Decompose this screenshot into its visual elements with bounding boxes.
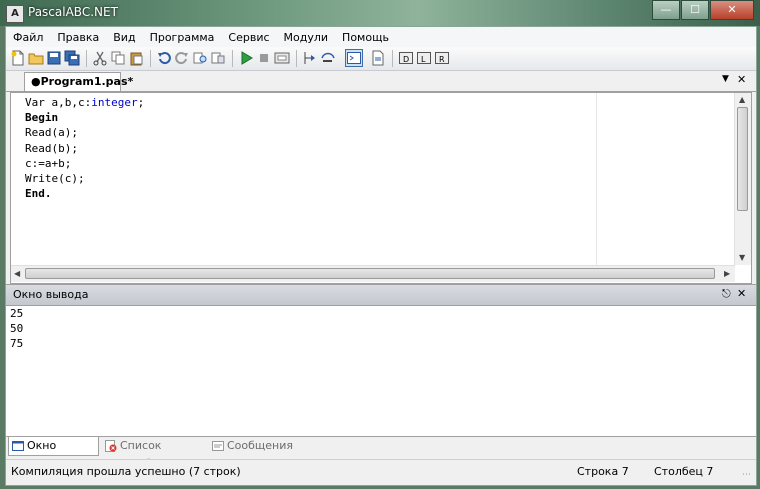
code-line-1: Var a,b,c:integer; — [25, 95, 144, 110]
redo-icon[interactable] — [174, 50, 190, 66]
scroll-right-icon[interactable]: ▶ — [724, 269, 730, 278]
svg-text:L: L — [421, 55, 426, 64]
status-column-label: Столбец — [654, 465, 703, 478]
document-icon[interactable] — [370, 50, 386, 66]
menu-file[interactable]: Файл — [6, 31, 50, 44]
menu-program[interactable]: Программа — [143, 31, 222, 44]
code-line-4: Read(b); — [25, 141, 78, 155]
compiler-messages-icon — [212, 441, 224, 451]
toolbar-separator — [232, 50, 233, 67]
minimize-button[interactable]: — — [652, 0, 680, 20]
editor-horizontal-scrollbar[interactable]: ◀ ▶ — [11, 265, 735, 282]
menu-modules[interactable]: Модули — [277, 31, 336, 44]
resize-grip-icon[interactable]: ⋯ — [742, 470, 751, 480]
undo-icon[interactable] — [156, 50, 172, 66]
tab-compiler-messages[interactable]: Сообщения компилятора — [209, 437, 363, 470]
type-keyword: integer — [91, 96, 138, 109]
status-message: Компиляция прошла успешно (7 строк) — [11, 465, 241, 478]
toolbar-separator — [150, 50, 151, 67]
pascal-icon: A — [6, 5, 24, 23]
toolbar-separator — [392, 50, 393, 67]
close-window-button[interactable]: ✕ — [710, 0, 754, 20]
code-editor[interactable]: Var a,b,c:integer; Begin Read(a); Read(b); c… — [10, 92, 752, 284]
output-line: 50 — [10, 322, 24, 335]
output-panel-title: Окно вывода — [13, 288, 89, 301]
save-icon[interactable] — [46, 50, 62, 66]
close-tab-icon[interactable]: ✕ — [737, 73, 746, 86]
console-icon[interactable] — [345, 49, 363, 67]
save-all-icon[interactable] — [64, 50, 80, 66]
menu-bar: Файл Правка Вид Программа Сервис Модули … — [6, 27, 756, 47]
output-line: 25 — [10, 307, 24, 320]
status-row: Строка 7 — [577, 465, 629, 478]
output-window-icon — [12, 441, 24, 451]
code-line-5: c:=a+b; — [25, 156, 72, 170]
title-bar: A PascalABC.NET — ☐ ✕ — [0, 0, 760, 26]
menu-help[interactable]: Помощь — [335, 31, 396, 44]
vertical-scroll-thumb[interactable] — [737, 107, 748, 211]
status-bar: Компиляция прошла успешно (7 строк) Стро… — [6, 459, 756, 484]
run-icon[interactable] — [238, 50, 254, 66]
replace-icon[interactable] — [210, 50, 226, 66]
toolbar-separator — [296, 50, 297, 67]
horizontal-scroll-thumb[interactable] — [25, 268, 715, 279]
window-controls: — ☐ ✕ — [651, 0, 754, 20]
pin-icon[interactable]: ⎋ — [722, 287, 731, 301]
status-column-value: 7 — [706, 465, 714, 478]
copy-icon[interactable] — [110, 50, 126, 66]
menu-service[interactable]: Сервис — [221, 31, 276, 44]
error-list-icon — [105, 440, 117, 452]
open-folder-icon[interactable] — [28, 50, 44, 66]
bottom-tabs: Окно вывода Список ошибок Сообщения комп… — [6, 436, 756, 470]
tab-error-list[interactable]: Список ошибок — [102, 437, 206, 470]
code-text-segment: Var a,b,c: — [25, 96, 92, 109]
status-column: Столбец 7 — [654, 465, 713, 478]
scroll-up-icon[interactable]: ▲ — [739, 95, 745, 104]
new-file-icon[interactable] — [10, 50, 26, 66]
toolbar: D L R — [6, 47, 756, 71]
output-area[interactable]: 25 50 75 — [6, 305, 756, 436]
cut-icon[interactable] — [92, 50, 108, 66]
main-window: Файл Правка Вид Программа Сервис Модули … — [5, 26, 757, 486]
output-panel-header: Окно вывода ⎋ ✕ — [6, 284, 756, 305]
tab-list-icon[interactable]: ▼ — [722, 74, 729, 84]
paste-icon[interactable] — [128, 50, 144, 66]
format-l-icon[interactable]: L — [416, 50, 432, 66]
close-panel-icon[interactable]: ✕ — [737, 287, 746, 300]
window-title: PascalABC.NET — [28, 5, 118, 19]
tab-output-window[interactable]: Окно вывода — [8, 437, 99, 470]
output-line: 75 — [10, 337, 24, 350]
svg-text:R: R — [439, 55, 445, 64]
tab-program1[interactable]: ●Program1.pas* — [24, 72, 133, 91]
code-text-segment: ; — [137, 96, 145, 109]
status-row-value: 7 — [621, 465, 629, 478]
code-line-7: End. — [25, 187, 52, 201]
maximize-button[interactable]: ☐ — [681, 0, 709, 20]
compile-icon[interactable] — [274, 50, 290, 66]
menu-view[interactable]: Вид — [106, 31, 142, 44]
menu-edit[interactable]: Правка — [50, 31, 106, 44]
svg-text:D: D — [403, 55, 409, 64]
find-icon[interactable] — [192, 50, 208, 66]
code-text[interactable]: Var a,b,c:integer; Begin Read(a); Read(b); c… — [25, 95, 144, 201]
status-row-label: Строка — [577, 465, 619, 478]
step-over-icon[interactable] — [320, 50, 336, 66]
right-margin-line — [596, 93, 597, 265]
code-line-6: Write(c); — [25, 172, 85, 186]
code-line-3: Read(a); — [25, 126, 78, 140]
format-r-icon[interactable]: R — [434, 50, 450, 66]
step-into-icon[interactable] — [302, 50, 318, 66]
stop-icon[interactable] — [256, 50, 272, 66]
format-d-icon[interactable]: D — [398, 50, 414, 66]
toolbar-separator — [86, 50, 87, 67]
editor-vertical-scrollbar[interactable]: ▲ ▼ — [734, 93, 751, 265]
editor-tabstrip: ●Program1.pas* ▼ ✕ — [6, 71, 756, 92]
code-line-2: Begin — [25, 111, 59, 125]
scroll-left-icon[interactable]: ◀ — [14, 269, 20, 278]
scroll-down-icon[interactable]: ▼ — [739, 253, 745, 262]
